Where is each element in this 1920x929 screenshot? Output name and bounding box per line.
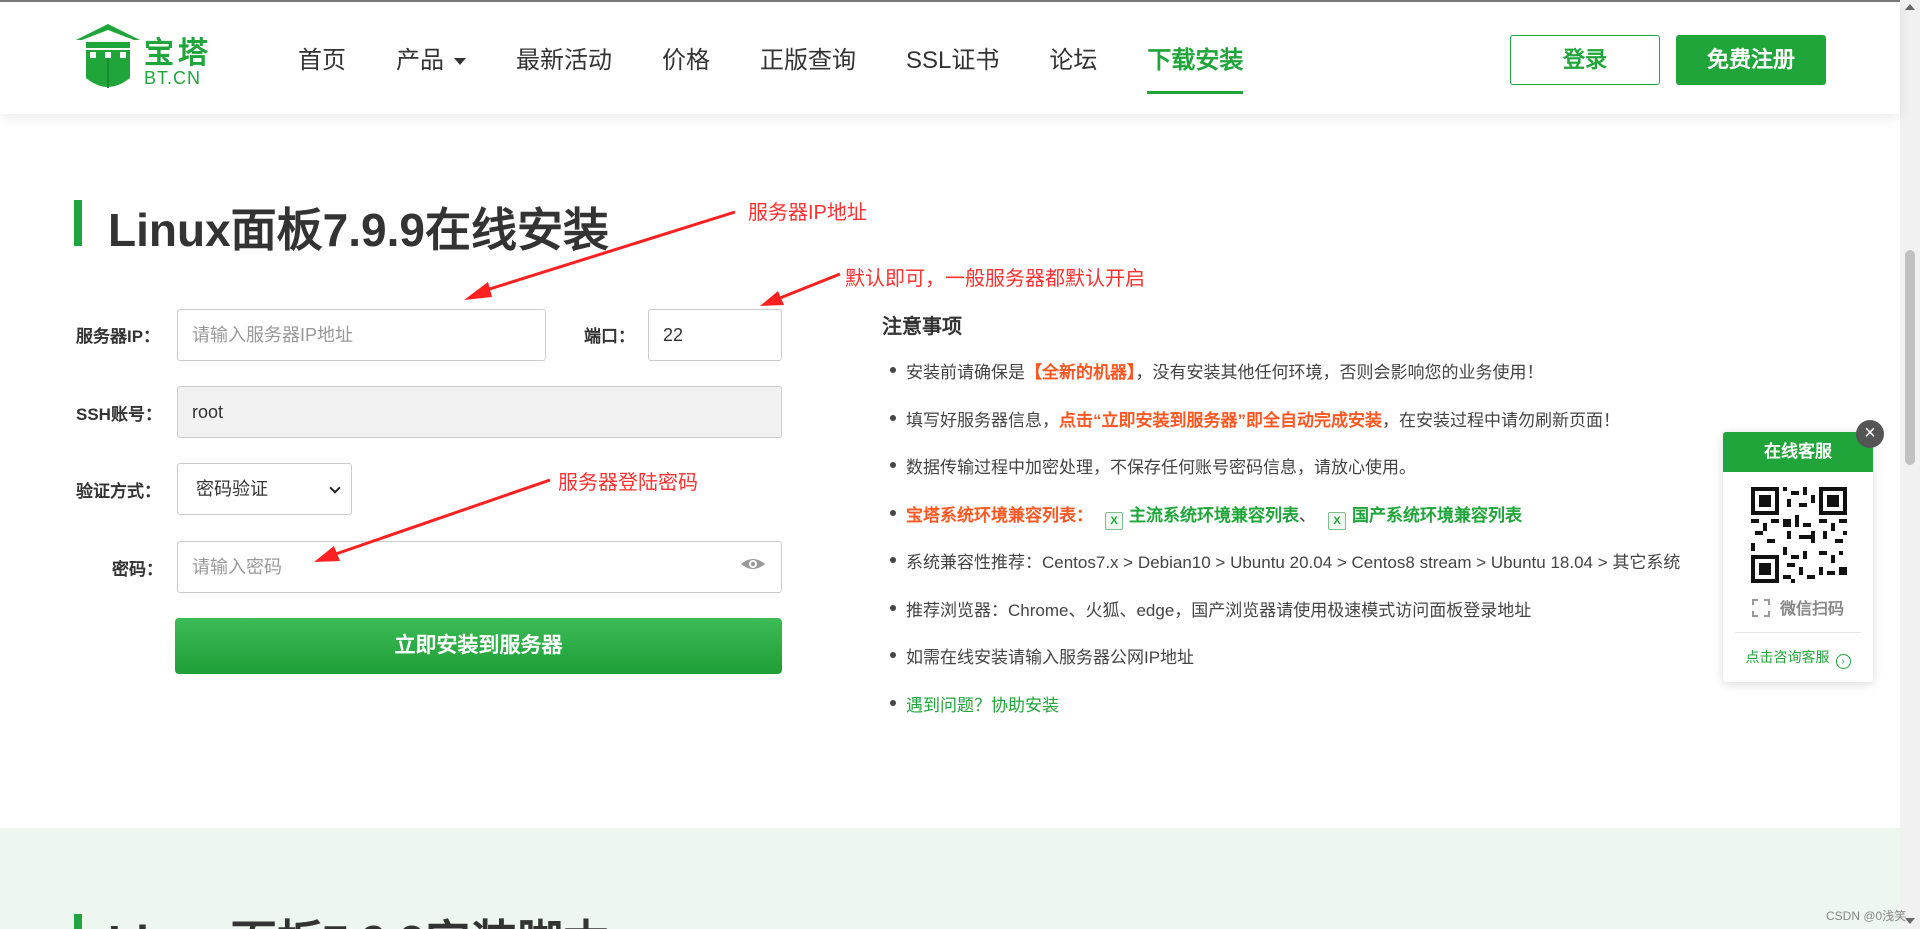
note-text: 推荐浏览器：Chrome、火狐、edge，国产浏览器请使用极速模式访问面板登录地… — [906, 600, 1532, 620]
consult-service-link[interactable]: 点击咨询客服 › — [1723, 647, 1873, 669]
note-text: 数据传输过程中加密处理，不保存任何账号密码信息，请放心使用。 — [906, 458, 1416, 477]
section-accent-bar — [74, 914, 82, 929]
assist-install-link[interactable]: 遇到问题？协助安装 — [906, 696, 1059, 715]
page-title: Linux面板7.9.9在线安装 — [108, 204, 609, 256]
mainstream-compat-link[interactable]: 主流系统环境兼容列表 — [1129, 506, 1299, 525]
note-item: 数据传输过程中加密处理，不保存任何账号密码信息，请放心使用。 — [882, 453, 1680, 501]
compat-list-heading: 宝塔系统环境兼容列表： — [906, 505, 1093, 525]
wechat-scan-text: 微信扫码 — [1723, 595, 1873, 619]
password-input[interactable]: 请输入密码 — [177, 541, 782, 593]
nav-forum-label: 论坛 — [1049, 47, 1098, 74]
nav-license-check[interactable]: 正版查询 — [760, 40, 856, 88]
install-script-title: Linux面板7.9.9安装脚本 — [108, 906, 609, 929]
arrow-to-port-input — [760, 272, 841, 306]
note-item: 安装前请确保是【全新的机器】，没有安装其他任何环境，否则会影响您的业务使用！ — [882, 358, 1680, 406]
consult-label: 点击咨询客服 — [1745, 649, 1830, 665]
note-item: 如需在线安装请输入服务器公网IP地址 — [882, 643, 1680, 691]
annotation-password: 服务器登陆密码 — [558, 472, 698, 494]
page-scrollbar[interactable] — [1900, 0, 1920, 929]
nav-activities[interactable]: 最新活动 — [516, 40, 612, 88]
nav-download-label: 下载安装 — [1147, 47, 1244, 74]
wechat-qr-code — [1751, 487, 1847, 583]
top-navbar: 宝塔 BT.CN 首页 产品 最新活动 价格 正版查询 SSL证书 论坛 下载安… — [0, 0, 1900, 114]
server-ip-input[interactable]: 请输入服务器IP地址 — [177, 309, 546, 361]
notes-title: 注意事项 — [882, 316, 962, 338]
online-service-widget: 在线客服 微信扫码 点击咨询客服 › — [1723, 432, 1873, 682]
excel-file-icon: X — [1105, 511, 1123, 530]
nav-home[interactable]: 首页 — [298, 40, 346, 88]
note-text: 如需在线安装请输入服务器公网IP地址 — [906, 648, 1195, 667]
auth-method-label: 验证方式： — [76, 482, 161, 501]
eye-icon[interactable] — [740, 554, 766, 574]
login-button[interactable]: 登录 — [1510, 35, 1660, 85]
ssh-account-input[interactable]: root — [177, 386, 782, 438]
chevron-down-icon — [329, 482, 341, 494]
port-input[interactable]: 22 — [648, 309, 782, 361]
separator: 、 — [1299, 505, 1316, 525]
nav-license-check-label: 正版查询 — [760, 47, 856, 74]
server-ip-label: 服务器IP： — [76, 327, 161, 346]
note-text: 系统兼容性推荐：Centos7.x > Debian10 > Ubuntu 20… — [906, 553, 1681, 572]
auth-method-value: 密码验证 — [196, 479, 268, 499]
note-text: 安装前请确保是 — [906, 363, 1025, 382]
nav-ssl[interactable]: SSL证书 — [906, 40, 999, 88]
note-text: 填写好服务器信息， — [906, 410, 1059, 430]
divider — [1735, 632, 1861, 633]
password-label: 密码： — [112, 560, 163, 579]
title-accent-bar — [74, 200, 82, 246]
nav-activities-label: 最新活动 — [516, 47, 612, 74]
pagoda-logo-icon — [76, 24, 140, 88]
logo-chinese-text: 宝塔 — [144, 37, 212, 70]
main-nav: 首页 产品 最新活动 价格 正版查询 SSL证书 论坛 下载安装 — [298, 40, 1293, 94]
caret-down-icon — [454, 58, 466, 66]
note-item: 系统兼容性推荐：Centos7.x > Debian10 > Ubuntu 20… — [882, 548, 1680, 596]
note-text: ，没有安装其他任何环境，否则会影响您的业务使用！ — [1135, 363, 1544, 382]
chevron-right-circle-icon: › — [1835, 654, 1851, 669]
note-item: 填写好服务器信息，点击“立即安装到服务器”即全自动完成安装，在安装过程中请勿刷新… — [882, 406, 1680, 454]
logo-domain-text: BT.CN — [144, 68, 202, 88]
auth-method-select[interactable]: 密码验证 — [177, 463, 352, 515]
note-item: 推荐浏览器：Chrome、火狐、edge，国产浏览器请使用极速模式访问面板登录地… — [882, 596, 1680, 644]
nav-forum[interactable]: 论坛 — [1049, 40, 1097, 88]
scroll-down-arrow-icon[interactable] — [1905, 918, 1915, 924]
note-text: ，在安装过程中请勿刷新页面！ — [1382, 410, 1620, 430]
scan-label: 微信扫码 — [1779, 601, 1844, 618]
register-button[interactable]: 免费注册 — [1676, 35, 1826, 85]
service-title: 在线客服 — [1723, 432, 1873, 472]
port-label: 端口： — [584, 327, 635, 346]
close-icon[interactable]: × — [1856, 420, 1884, 448]
install-to-server-button[interactable]: 立即安装到服务器 — [175, 618, 782, 674]
note-item: 宝塔系统环境兼容列表： X 主流系统环境兼容列表、 X 国产系统环境兼容列表 — [882, 501, 1680, 549]
nav-products[interactable]: 产品 — [396, 40, 466, 88]
scrollbar-thumb[interactable] — [1905, 250, 1915, 465]
scroll-up-arrow-icon[interactable] — [1905, 4, 1915, 10]
excel-file-icon: X — [1328, 511, 1346, 530]
csdn-watermark: CSDN @0浅笑 — [1826, 909, 1907, 923]
note-highlight: 【全新的机器】 — [1025, 363, 1136, 382]
annotation-port: 默认即可，一般服务器都默认开启 — [845, 268, 1145, 290]
note-highlight: 点击“立即安装到服务器”即全自动完成安装 — [1059, 410, 1382, 430]
notes-list: 安装前请确保是【全新的机器】，没有安装其他任何环境，否则会影响您的业务使用！ 填… — [882, 358, 1680, 738]
ssh-account-label: SSH账号： — [76, 405, 162, 424]
nav-ssl-label: SSL证书 — [906, 47, 1000, 74]
nav-download[interactable]: 下载安装 — [1147, 40, 1244, 94]
bt-logo[interactable]: 宝塔 BT.CN — [74, 22, 214, 96]
nav-home-label: 首页 — [298, 47, 346, 74]
nav-products-label: 产品 — [396, 47, 444, 74]
domestic-compat-link[interactable]: 国产系统环境兼容列表 — [1352, 506, 1522, 525]
note-item: 遇到问题？协助安装 — [882, 691, 1680, 739]
nav-pricing-label: 价格 — [662, 47, 710, 74]
annotation-ip: 服务器IP地址 — [748, 202, 867, 224]
nav-pricing[interactable]: 价格 — [662, 40, 710, 88]
scan-icon — [1751, 599, 1770, 617]
